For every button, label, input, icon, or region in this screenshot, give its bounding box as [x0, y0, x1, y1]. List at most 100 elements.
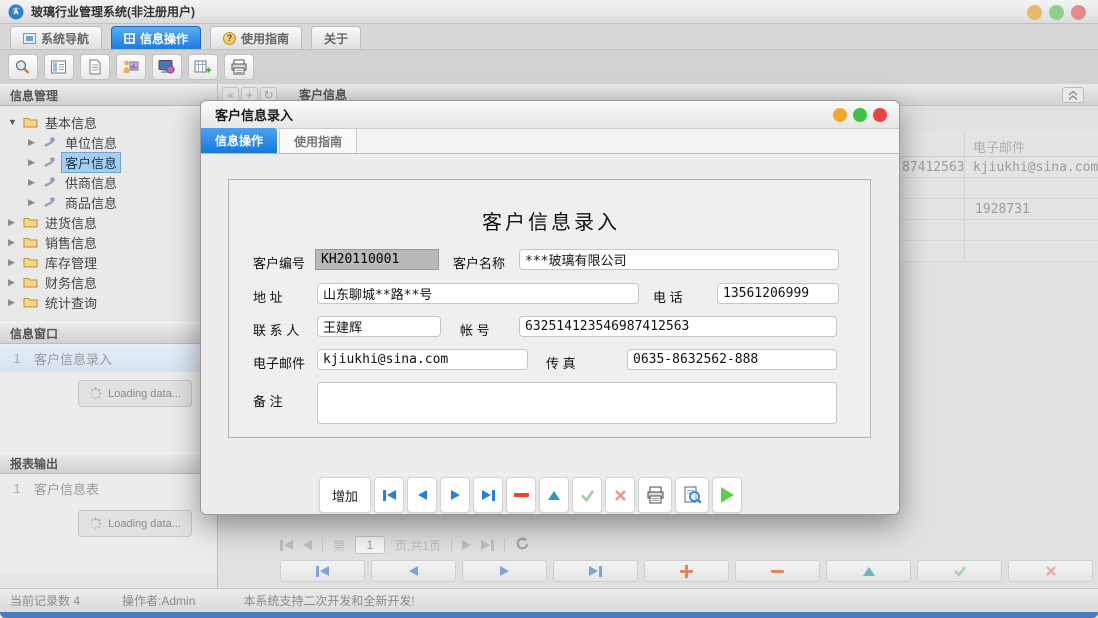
search-button[interactable] [8, 54, 38, 80]
tab-user-guide[interactable]: ? 使用指南 [210, 26, 302, 49]
prev-record-button[interactable] [371, 560, 456, 582]
save-record-button[interactable] [917, 560, 1002, 582]
save-record-button[interactable] [572, 477, 602, 513]
collapsed-arrow-icon[interactable]: ▶ [28, 177, 43, 188]
tab-about[interactable]: 关于 [311, 26, 361, 49]
fax-field[interactable] [627, 349, 837, 370]
expanded-arrow-icon[interactable]: ▼ [8, 117, 23, 127]
cancel-record-button[interactable] [605, 477, 635, 513]
check-icon [953, 565, 967, 577]
divider [322, 538, 323, 552]
list-item-customer-entry[interactable]: 1 客户信息录入 [0, 344, 217, 372]
phone-field[interactable] [717, 283, 839, 304]
folder-icon [23, 256, 41, 268]
dialog-tab-user-guide[interactable]: 使用指南 [279, 128, 357, 153]
delete-record-button[interactable] [735, 560, 820, 582]
preview-icon [683, 486, 702, 504]
next-page-button[interactable] [462, 540, 471, 550]
grid-cell-account-partial: 87412563 [902, 160, 965, 175]
delete-record-button[interactable] [506, 477, 536, 513]
last-record-button[interactable] [473, 477, 503, 513]
tree-leaf-customer-info[interactable]: ▶ 客户信息 [0, 152, 217, 172]
tree-folder-purchase-info[interactable]: ▶ 进货信息 [0, 212, 217, 232]
print-button[interactable] [638, 477, 672, 513]
page-number-input[interactable] [355, 536, 385, 554]
first-page-button[interactable] [280, 540, 293, 551]
collapsed-arrow-icon[interactable]: ▶ [8, 277, 23, 288]
email-field[interactable] [317, 349, 528, 370]
edit-record-button[interactable] [539, 477, 569, 513]
prev-record-button[interactable] [407, 477, 437, 513]
monitor-icon [23, 33, 36, 44]
prev-page-button[interactable] [303, 540, 312, 550]
run-button[interactable] [712, 477, 742, 513]
collapsed-arrow-icon[interactable]: ▶ [8, 237, 23, 248]
cancel-record-button[interactable] [1008, 560, 1093, 582]
tab-system-navigation[interactable]: 系统导航 [10, 26, 102, 49]
form-view-button[interactable] [44, 54, 74, 80]
collapsed-arrow-icon[interactable]: ▶ [28, 137, 43, 148]
first-record-button[interactable] [280, 560, 365, 582]
tree-folder-finance-info[interactable]: ▶ 财务信息 [0, 272, 217, 292]
dialog-close-button[interactable] [873, 108, 887, 122]
app-logo-icon [8, 4, 24, 20]
refresh-grid-button[interactable] [515, 536, 530, 554]
collapsed-arrow-icon[interactable]: ▶ [28, 197, 43, 208]
grid-cell-email: 1928731 [975, 202, 1030, 217]
dialog-maximize-button[interactable] [853, 108, 867, 122]
main-tabstrip: 系统导航 信息操作 ? 使用指南 关于 [0, 24, 1098, 50]
customer-code-field[interactable] [315, 249, 439, 270]
user-report-button[interactable] [116, 54, 146, 80]
refresh-icon [515, 536, 530, 551]
list-item-customer-report[interactable]: 1 客户信息表 [0, 474, 217, 502]
first-record-button[interactable] [374, 477, 404, 513]
next-record-button[interactable] [440, 477, 470, 513]
tree-leaf-product-info[interactable]: ▶ 商品信息 [0, 192, 217, 212]
edit-record-button[interactable] [826, 560, 911, 582]
tree-leaf-supplier-info[interactable]: ▶ 供商信息 [0, 172, 217, 192]
table-add-button[interactable] [188, 54, 218, 80]
list-item-label: 客户信息录入 [34, 349, 112, 368]
add-button[interactable]: 增加 [319, 477, 371, 513]
remark-field[interactable] [317, 382, 837, 424]
monitor-globe-button[interactable] [152, 54, 182, 80]
dialog-titlebar[interactable]: 客户信息录入 [201, 101, 899, 129]
collapsed-arrow-icon[interactable]: ▶ [8, 257, 23, 268]
system-note: 本系统支持二次开发和全新开发! [243, 592, 414, 609]
customer-name-field[interactable] [519, 249, 839, 270]
tree-folder-sales-info[interactable]: ▶ 销售信息 [0, 232, 217, 252]
dialog-tab-info-operation[interactable]: 信息操作 [201, 128, 277, 153]
last-page-button[interactable] [481, 540, 494, 551]
check-icon [580, 489, 595, 502]
minimize-button[interactable] [1027, 5, 1042, 20]
last-record-button[interactable] [553, 560, 638, 582]
tree-item-label: 销售信息 [41, 232, 101, 253]
collapse-panel-button[interactable] [1062, 87, 1084, 103]
next-record-button[interactable] [462, 560, 547, 582]
tab-info-operation[interactable]: 信息操作 [111, 26, 201, 49]
list-item-index: 1 [0, 351, 34, 366]
address-field[interactable] [317, 283, 639, 304]
close-button[interactable] [1071, 5, 1086, 20]
maximize-button[interactable] [1049, 5, 1064, 20]
table-add-icon [194, 59, 212, 75]
dialog-minimize-button[interactable] [833, 108, 847, 122]
collapsed-arrow-icon[interactable]: ▶ [28, 157, 43, 168]
account-field[interactable] [519, 316, 837, 337]
preview-button[interactable] [675, 477, 709, 513]
record-toolbar [280, 560, 1093, 582]
window-titlebar[interactable]: 玻璃行业管理系统(非注册用户) [0, 0, 1098, 24]
contact-field[interactable] [317, 316, 441, 337]
document-button[interactable] [80, 54, 110, 80]
add-record-button[interactable] [644, 560, 729, 582]
edit-triangle-icon [863, 567, 875, 576]
tree-folder-inventory[interactable]: ▶ 库存管理 [0, 252, 217, 272]
tree-folder-basic-info[interactable]: ▼ 基本信息 [0, 112, 217, 132]
tree-folder-statistics-query[interactable]: ▶ 统计查询 [0, 292, 217, 312]
collapsed-arrow-icon[interactable]: ▶ [8, 217, 23, 228]
collapsed-arrow-icon[interactable]: ▶ [8, 297, 23, 308]
double-chevron-up-icon [1067, 89, 1079, 101]
tree-leaf-unit-info[interactable]: ▶ 单位信息 [0, 132, 217, 152]
print-button[interactable] [224, 54, 254, 80]
grid-header-email[interactable]: 电子邮件 [973, 137, 1025, 156]
